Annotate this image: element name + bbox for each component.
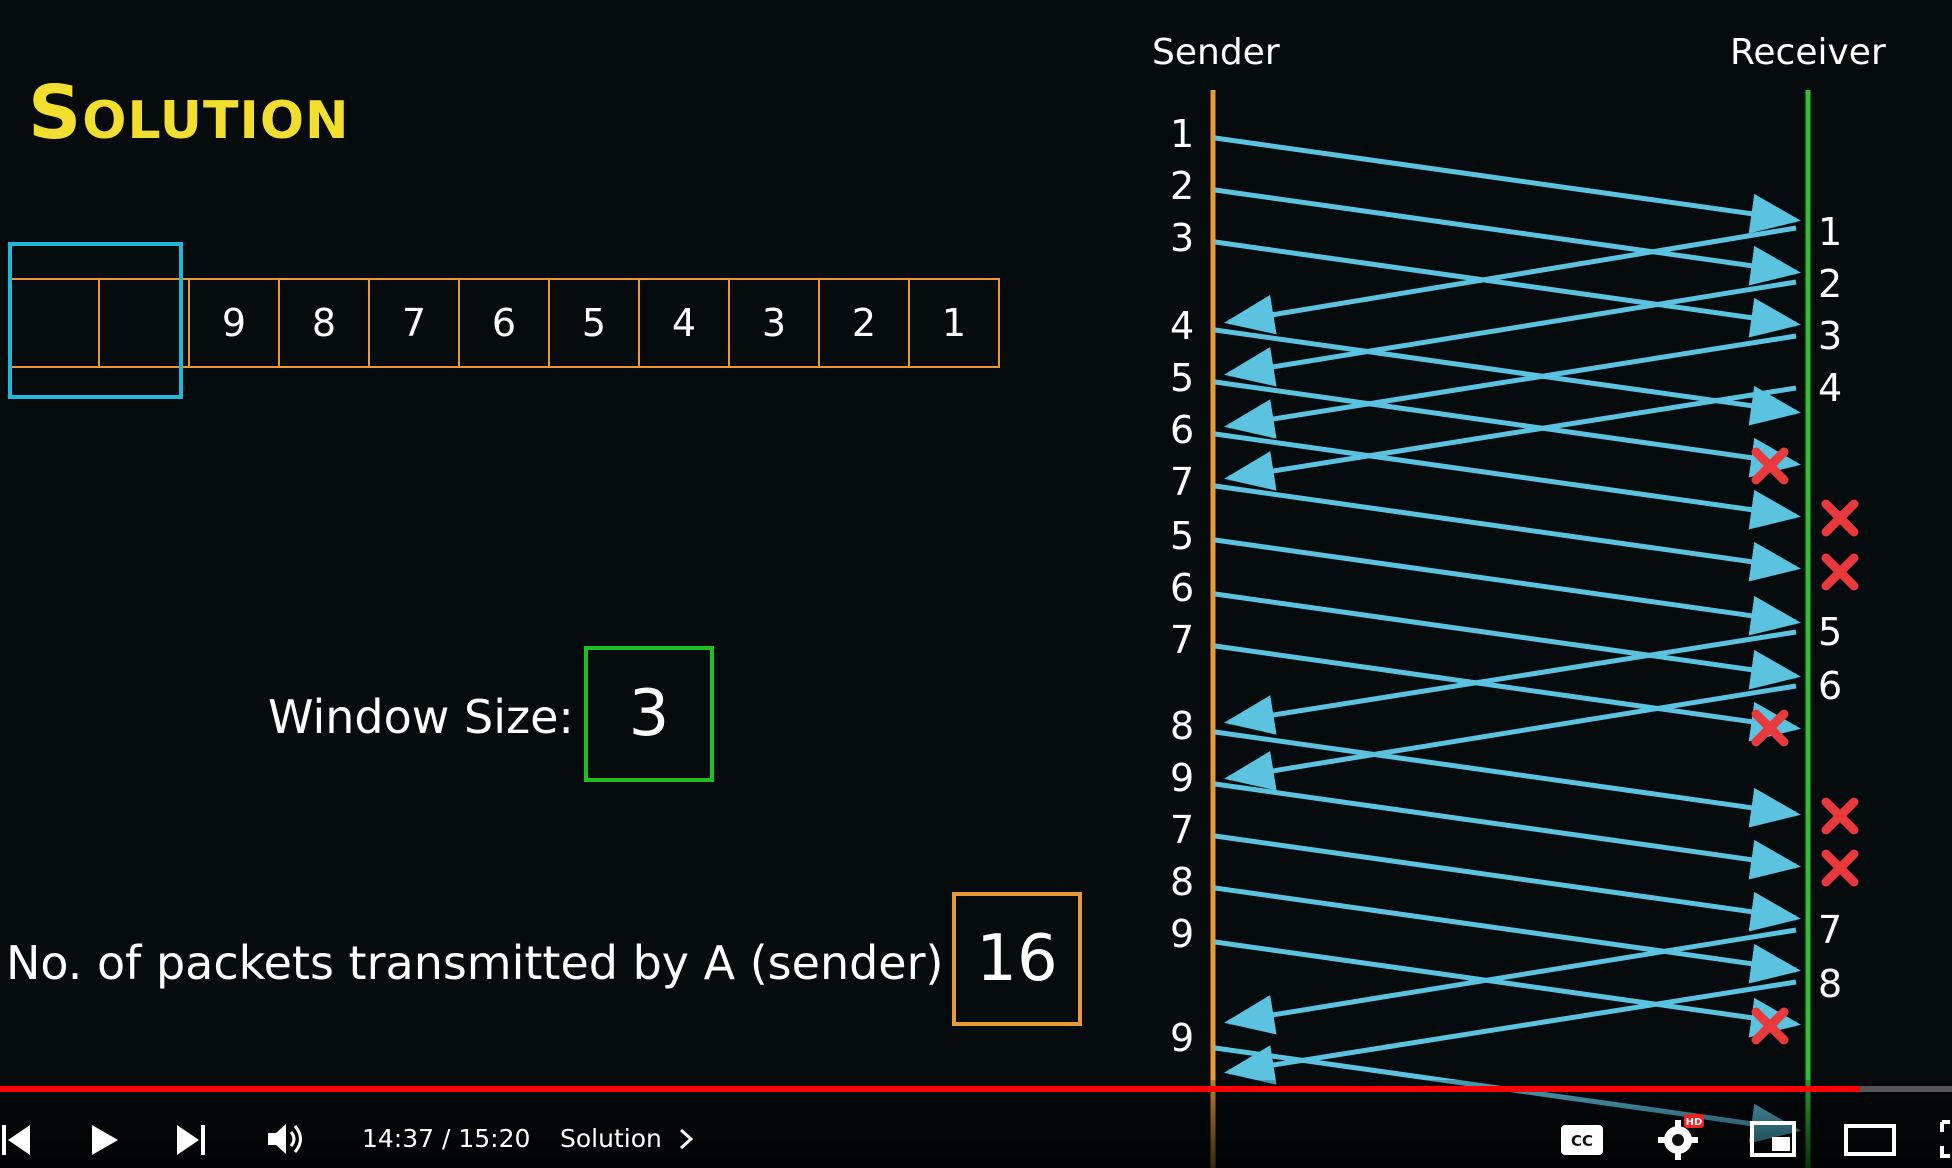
receiver-seq-number: 4 bbox=[1818, 366, 1843, 410]
sender-seq-number: 6 bbox=[1170, 566, 1195, 610]
frame-arrow bbox=[1214, 885, 1801, 984]
theater-icon bbox=[1844, 1124, 1896, 1156]
receiver-seq-number: 7 bbox=[1818, 908, 1843, 952]
timing-diagram bbox=[1210, 90, 1859, 1168]
frame-arrow bbox=[1214, 431, 1801, 530]
miniplayer-icon bbox=[1750, 1121, 1796, 1157]
sender-seq-number: 5 bbox=[1170, 514, 1195, 558]
frame-arrow bbox=[1214, 379, 1801, 478]
sender-seq-number: 2 bbox=[1170, 164, 1195, 208]
lost-packet-x bbox=[1821, 553, 1859, 591]
volume-button[interactable] bbox=[264, 1114, 310, 1164]
settings-icon: HD bbox=[1658, 1114, 1704, 1160]
receiver-seq-number: 6 bbox=[1818, 664, 1843, 708]
ack-arrow bbox=[1224, 979, 1797, 1085]
receiver-seq-number: 3 bbox=[1818, 314, 1843, 358]
miniplayer-button[interactable] bbox=[1750, 1120, 1796, 1158]
sender-seq-number: 7 bbox=[1170, 460, 1195, 504]
progress-fill bbox=[0, 1086, 1861, 1092]
lost-packet-x bbox=[1821, 499, 1859, 537]
frame-arrow bbox=[1214, 729, 1801, 828]
settings-button[interactable]: HD bbox=[1656, 1114, 1704, 1162]
play-icon bbox=[92, 1125, 118, 1155]
next-icon bbox=[177, 1125, 205, 1155]
frame-arrow bbox=[1214, 483, 1801, 582]
receiver-seq-number: 8 bbox=[1818, 962, 1843, 1006]
sender-seq-number: 3 bbox=[1170, 216, 1195, 260]
ack-arrow bbox=[1224, 629, 1797, 735]
sender-seq-number: 4 bbox=[1170, 304, 1195, 348]
sender-seq-number: 9 bbox=[1170, 912, 1195, 956]
lost-packet-x bbox=[1751, 1007, 1789, 1045]
ack-arrow bbox=[1224, 279, 1797, 387]
previous-icon bbox=[2, 1125, 30, 1155]
progress-bar[interactable] bbox=[0, 1086, 1952, 1092]
frame-arrow bbox=[1214, 591, 1801, 690]
fullscreen-button[interactable] bbox=[1938, 1118, 1952, 1160]
captions-icon: CC bbox=[1561, 1125, 1603, 1155]
svg-text:HD: HD bbox=[1686, 1117, 1703, 1128]
previous-button[interactable] bbox=[0, 1116, 34, 1164]
receiver-seq-number: 5 bbox=[1818, 610, 1843, 654]
frame-arrow bbox=[1214, 643, 1801, 742]
sender-seq-number: 7 bbox=[1170, 808, 1195, 852]
captions-button[interactable]: CC bbox=[1560, 1120, 1604, 1160]
lost-packet-x bbox=[1821, 849, 1859, 887]
ack-arrow bbox=[1224, 683, 1797, 791]
chapter-button[interactable]: Solution bbox=[560, 1124, 694, 1153]
frame-arrow bbox=[1214, 537, 1801, 636]
volume-icon bbox=[268, 1124, 302, 1154]
lost-packet-x bbox=[1751, 447, 1789, 485]
chevron-right-icon bbox=[679, 1128, 694, 1150]
video-frame[interactable]: Solution 987654321 Window Size: 3 No. of… bbox=[0, 0, 1952, 1168]
sender-seq-number: 8 bbox=[1170, 704, 1195, 748]
sender-seq-number: 7 bbox=[1170, 618, 1195, 662]
theater-mode-button[interactable] bbox=[1844, 1122, 1896, 1158]
frame-arrow bbox=[1214, 833, 1801, 932]
sender-seq-number: 1 bbox=[1170, 112, 1195, 156]
ack-arrow bbox=[1224, 333, 1797, 439]
sender-seq-number: 9 bbox=[1170, 1016, 1195, 1060]
next-button[interactable] bbox=[172, 1116, 210, 1164]
time-display: 14:37 / 15:20 bbox=[362, 1124, 531, 1153]
sender-seq-number: 5 bbox=[1170, 356, 1195, 400]
svg-text:CC: CC bbox=[1571, 1132, 1593, 1150]
sender-seq-number: 9 bbox=[1170, 756, 1195, 800]
lost-packet-x bbox=[1821, 797, 1859, 835]
play-button[interactable] bbox=[86, 1116, 124, 1164]
sender-seq-number: 8 bbox=[1170, 860, 1195, 904]
frame-arrow bbox=[1214, 135, 1801, 234]
ack-arrow bbox=[1224, 927, 1797, 1035]
ack-arrow bbox=[1224, 225, 1797, 335]
receiver-seq-number: 1 bbox=[1818, 210, 1843, 254]
chapter-title: Solution bbox=[560, 1124, 662, 1153]
fullscreen-icon bbox=[1940, 1120, 1950, 1158]
receiver-seq-number: 2 bbox=[1818, 262, 1843, 306]
sender-seq-number: 6 bbox=[1170, 408, 1195, 452]
ack-arrow bbox=[1224, 385, 1797, 491]
frame-arrow bbox=[1214, 781, 1801, 880]
frame-arrow bbox=[1214, 187, 1801, 286]
